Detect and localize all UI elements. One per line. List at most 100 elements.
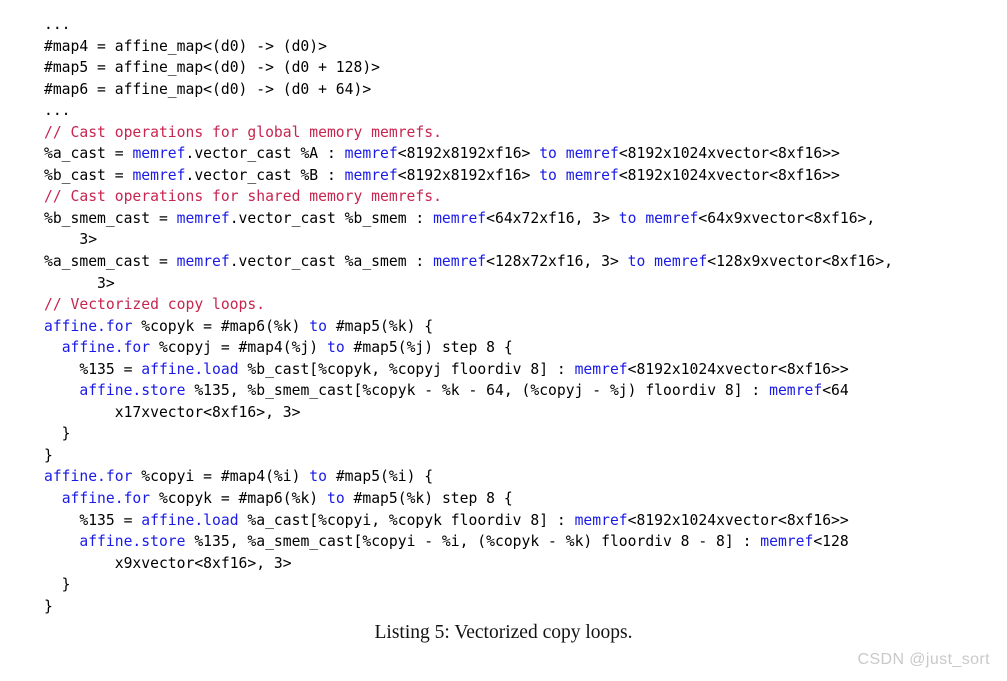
code-token-pln: %b_smem_cast = (44, 209, 177, 227)
code-token-pln: #map5(%k) { (326, 317, 434, 335)
code-line: #map6 = affine_map<(d0) -> (d0 + 64)> (44, 79, 1007, 101)
code-line: } (44, 574, 1007, 596)
code-token-pln: %copyj = #map4(%j) (150, 339, 327, 357)
code-token-pln: } (44, 597, 53, 615)
code-token-pln: ... (44, 16, 71, 33)
code-token-kw: memref (344, 145, 398, 163)
code-token-pln: #map6 = affine_map<(d0) -> (d0 + 64)> (44, 80, 372, 98)
code-token-pln (44, 490, 62, 507)
code-token-pln: <64x72xf16, 3> (486, 209, 619, 227)
code-token-pln: <8192x8192xf16> (397, 145, 540, 163)
code-token-pln (44, 339, 62, 356)
code-line: affine.for %copyj = #map4(%j) to #map5(%… (44, 337, 1007, 359)
code-line: } (44, 423, 1007, 445)
code-line: affine.for %copyk = #map6(%k) to #map5(%… (44, 488, 1007, 510)
code-token-cmt: // Cast operations for global memory mem… (44, 123, 442, 141)
code-line: ... (44, 14, 1007, 36)
code-token-pln: ... (44, 102, 71, 120)
code-token-kw: memref (574, 360, 628, 378)
code-line: affine.store %135, %b_smem_cast[%copyk -… (44, 380, 1007, 402)
code-token-pln: %a_cast[%copyi, %copyk floordiv 8] : (238, 511, 575, 529)
code-token-pln: %b_cast[%copyk, %copyj floordiv 8] : (238, 360, 575, 378)
code-token-kw: affine.load (141, 360, 239, 378)
code-token-pln: 3> (44, 274, 115, 292)
code-token-pln: } (44, 576, 71, 594)
code-token-pln: <128x72xf16, 3> (486, 253, 628, 271)
code-token-pln (44, 382, 79, 399)
code-line: #map4 = affine_map<(d0) -> (d0)> (44, 36, 1007, 58)
code-token-pln: <8192x1024xvector<8xf16>> (618, 166, 840, 184)
code-token-pln: .vector_cast %B : (185, 166, 345, 184)
code-token-pln: %copyk = #map6(%k) (132, 317, 310, 335)
code-token-kw: to (326, 490, 345, 508)
code-token-kw: memref (344, 166, 398, 184)
code-token-pln: <8192x1024xvector<8xf16>> (618, 145, 840, 163)
code-token-pln: #map5(%k) step 8 { (344, 490, 513, 508)
code-token-kw: to (539, 166, 557, 184)
code-token-pln: } (44, 425, 71, 443)
code-token-pln: #map5 = affine_map<(d0) -> (d0 + 128)> (44, 59, 381, 77)
code-line: affine.store %135, %a_smem_cast[%copyi -… (44, 531, 1007, 553)
code-line: affine.for %copyi = #map4(%i) to #map5(%… (44, 466, 1007, 488)
code-token-kw: memref (654, 253, 708, 271)
code-token-pln: <8192x1024xvector<8xf16>> (627, 360, 849, 378)
code-token-pln: %135 = (44, 511, 142, 529)
code-token-pln: <128 (813, 533, 849, 551)
code-token-kw: memref (176, 253, 230, 271)
code-token-pln: <8192x1024xvector<8xf16>> (627, 511, 849, 529)
code-token-kw: memref (565, 145, 619, 163)
code-token-pln (557, 167, 566, 184)
code-line: ... (44, 100, 1007, 122)
code-token-pln (557, 145, 566, 162)
code-token-kw: memref (176, 209, 230, 227)
figure-caption: Listing 5: Vectorized copy loops. (374, 622, 633, 643)
code-listing: ... #map4 = affine_map<(d0) -> (d0)> #map5… (44, 14, 1007, 617)
code-token-pln: %copyk = #map6(%k) (150, 490, 327, 508)
code-token-cmt: // Cast operations for shared memory mem… (44, 188, 442, 206)
code-line: %a_smem_cast = memref.vector_cast %a_sme… (44, 251, 1007, 273)
code-token-pln: .vector_cast %A : (185, 145, 345, 163)
code-token-pln: .vector_cast %b_smem : (229, 209, 434, 227)
code-token-kw: memref (645, 209, 699, 227)
code-token-pln: %a_smem_cast = (44, 253, 177, 271)
listing-page: ... #map4 = affine_map<(d0) -> (d0)> #map5… (0, 0, 1007, 681)
code-token-kw: affine.for (61, 339, 151, 357)
code-token-kw: to (309, 468, 327, 486)
code-token-pln: %135 = (44, 360, 142, 378)
code-token-pln: %135, %a_smem_cast[%copyi - %i, (%copyk … (185, 533, 761, 551)
code-line: %135 = affine.load %b_cast[%copyk, %copy… (44, 359, 1007, 381)
code-line: } (44, 596, 1007, 618)
csdn-watermark: CSDN @just_sort (857, 651, 990, 668)
code-token-pln: <8192x8192xf16> (397, 166, 540, 184)
code-line: %b_smem_cast = memref.vector_cast %b_sme… (44, 208, 1007, 230)
code-token-pln: 3> (44, 231, 98, 249)
code-token-pln: %a_cast = (44, 145, 133, 163)
code-line: %b_cast = memref.vector_cast %B : memref… (44, 165, 1007, 187)
code-token-pln: #map4 = affine_map<(d0) -> (d0)> (44, 37, 327, 55)
code-line: x9xvector<8xf16>, 3> (44, 553, 1007, 575)
code-token-pln: } (44, 446, 53, 464)
code-token-kw: memref (132, 145, 186, 163)
code-token-kw: affine.for (44, 468, 133, 486)
code-token-kw: to (618, 209, 637, 227)
code-line: %a_cast = memref.vector_cast %A : memref… (44, 143, 1007, 165)
code-token-pln: <64x9xvector<8xf16>, (698, 209, 876, 227)
code-line: #map5 = affine_map<(d0) -> (d0 + 128)> (44, 57, 1007, 79)
code-line: // Vectorized copy loops. (44, 294, 1007, 316)
code-token-kw: memref (433, 253, 487, 271)
code-token-pln: #map5(%i) { (326, 468, 434, 486)
code-line: // Cast operations for global memory mem… (44, 122, 1007, 144)
code-token-kw: affine.for (61, 490, 151, 508)
code-token-pln: #map5(%j) step 8 { (344, 339, 513, 357)
code-token-pln: %135, %b_smem_cast[%copyk - %k - 64, (%c… (185, 382, 770, 400)
code-line: %135 = affine.load %a_cast[%copyi, %copy… (44, 510, 1007, 532)
code-token-kw: memref (769, 382, 823, 400)
code-line: affine.for %copyk = #map6(%k) to #map5(%… (44, 316, 1007, 338)
code-token-pln (44, 533, 79, 550)
code-line: 3> (44, 273, 1007, 295)
code-token-kw: affine.store (79, 533, 186, 551)
code-token-pln: %b_cast = (44, 166, 133, 184)
code-token-pln (636, 210, 645, 227)
code-token-kw: to (326, 339, 345, 357)
code-token-kw: memref (760, 533, 814, 551)
